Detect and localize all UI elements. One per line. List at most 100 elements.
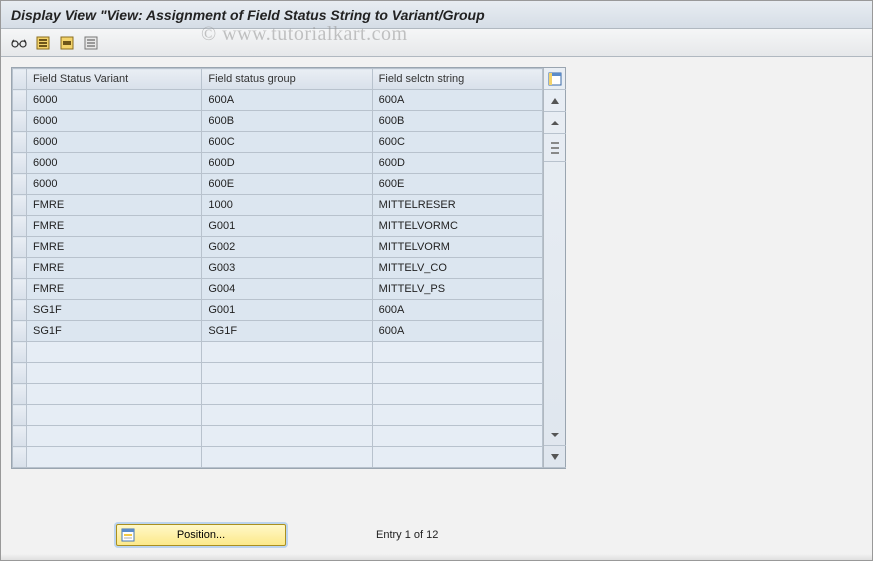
table-row [13, 405, 543, 426]
select-block-button[interactable] [57, 33, 77, 53]
scroll-up-button[interactable] [544, 112, 566, 134]
cell[interactable]: 600B [202, 111, 372, 132]
cell[interactable] [27, 426, 202, 447]
cell[interactable] [202, 384, 372, 405]
cell[interactable] [372, 405, 542, 426]
row-selector[interactable] [13, 279, 27, 300]
cell[interactable]: 600D [372, 153, 542, 174]
row-selector[interactable] [13, 216, 27, 237]
row-selector[interactable] [13, 90, 27, 111]
cell[interactable]: 1000 [202, 195, 372, 216]
cell[interactable] [372, 342, 542, 363]
cell[interactable]: MITTELVORMC [372, 216, 542, 237]
cell[interactable]: FMRE [27, 216, 202, 237]
cell[interactable] [27, 363, 202, 384]
cell[interactable] [202, 426, 372, 447]
row-selector[interactable] [13, 111, 27, 132]
cell[interactable]: FMRE [27, 195, 202, 216]
cell[interactable]: MITTELRESER [372, 195, 542, 216]
position-button[interactable]: Position... [116, 524, 286, 546]
cell[interactable]: 600A [372, 300, 542, 321]
glasses-icon [11, 36, 27, 50]
cell[interactable]: 6000 [27, 132, 202, 153]
scroll-top-button[interactable] [544, 90, 566, 112]
row-selector[interactable] [13, 447, 27, 468]
cell[interactable]: 6000 [27, 111, 202, 132]
cell[interactable]: 600E [202, 174, 372, 195]
row-selector[interactable] [13, 132, 27, 153]
grip-icon [550, 140, 560, 156]
row-selector[interactable] [13, 300, 27, 321]
cell[interactable] [27, 447, 202, 468]
col-header-group[interactable]: Field status group [202, 69, 372, 90]
cell[interactable]: MITTELV_CO [372, 258, 542, 279]
row-selector[interactable] [13, 321, 27, 342]
row-selector-header[interactable] [13, 69, 27, 90]
scroll-bottom-button[interactable] [544, 446, 566, 468]
row-selector[interactable] [13, 258, 27, 279]
cell[interactable] [27, 342, 202, 363]
cell[interactable]: 6000 [27, 174, 202, 195]
cell[interactable]: 6000 [27, 153, 202, 174]
chevron-up-icon [550, 118, 560, 128]
cell[interactable] [202, 342, 372, 363]
grid-sidebar [543, 68, 565, 468]
col-header-variant[interactable]: Field Status Variant [27, 69, 202, 90]
cell[interactable]: SG1F [27, 321, 202, 342]
table-row: 6000600C600C [13, 132, 543, 153]
cell[interactable]: MITTELV_PS [372, 279, 542, 300]
cell[interactable] [372, 447, 542, 468]
cell[interactable] [372, 384, 542, 405]
select-all-icon [36, 36, 50, 50]
cell[interactable]: 600E [372, 174, 542, 195]
row-selector[interactable] [13, 174, 27, 195]
cell[interactable]: G001 [202, 300, 372, 321]
details-button[interactable] [9, 33, 29, 53]
cell[interactable]: SG1F [202, 321, 372, 342]
cell[interactable]: FMRE [27, 258, 202, 279]
cell[interactable] [202, 363, 372, 384]
deselect-all-button[interactable] [81, 33, 101, 53]
select-block-icon [60, 36, 74, 50]
cell[interactable]: 600A [372, 90, 542, 111]
row-selector[interactable] [13, 426, 27, 447]
cell[interactable]: 600A [202, 90, 372, 111]
cell[interactable]: 600C [372, 132, 542, 153]
cell[interactable]: G003 [202, 258, 372, 279]
data-table: Field Status Variant Field status group … [12, 68, 543, 468]
cell[interactable]: MITTELVORM [372, 237, 542, 258]
row-selector[interactable] [13, 153, 27, 174]
row-selector[interactable] [13, 195, 27, 216]
triangle-down-icon [550, 452, 560, 462]
cell[interactable]: G004 [202, 279, 372, 300]
cell[interactable] [372, 426, 542, 447]
position-icon [121, 528, 135, 545]
chevron-down-icon [550, 430, 560, 440]
cell[interactable]: 600C [202, 132, 372, 153]
cell[interactable]: 6000 [27, 90, 202, 111]
scroll-handle[interactable] [544, 134, 566, 162]
cell[interactable] [27, 384, 202, 405]
row-selector[interactable] [13, 384, 27, 405]
row-selector[interactable] [13, 342, 27, 363]
cell[interactable]: FMRE [27, 237, 202, 258]
table-row [13, 342, 543, 363]
scroll-down-button[interactable] [544, 424, 566, 446]
cell[interactable]: 600D [202, 153, 372, 174]
cell[interactable]: SG1F [27, 300, 202, 321]
cell[interactable] [202, 405, 372, 426]
configure-columns-button[interactable] [544, 68, 566, 90]
cell[interactable]: 600B [372, 111, 542, 132]
cell[interactable]: FMRE [27, 279, 202, 300]
row-selector[interactable] [13, 363, 27, 384]
cell[interactable]: G002 [202, 237, 372, 258]
cell[interactable] [27, 405, 202, 426]
row-selector[interactable] [13, 237, 27, 258]
cell[interactable]: 600A [372, 321, 542, 342]
col-header-string[interactable]: Field selctn string [372, 69, 542, 90]
select-all-button[interactable] [33, 33, 53, 53]
cell[interactable] [372, 363, 542, 384]
row-selector[interactable] [13, 405, 27, 426]
cell[interactable] [202, 447, 372, 468]
cell[interactable]: G001 [202, 216, 372, 237]
